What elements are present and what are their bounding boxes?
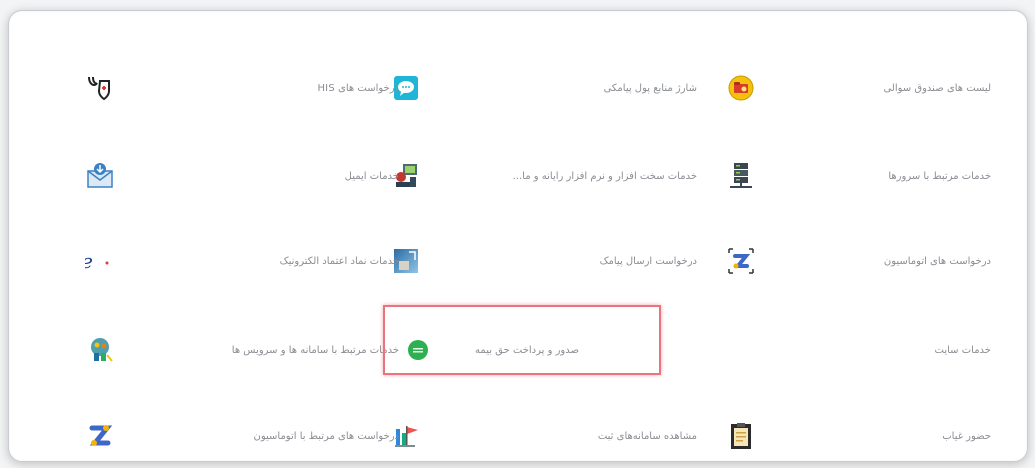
service-label: مشاهده سامانه‌های ثبت <box>597 430 697 442</box>
service-label: درخواست های HIS <box>317 82 399 94</box>
server-icon <box>724 159 758 193</box>
service-label: خدمات سخت افزار و نرم افزار رایانه و ما.… <box>512 170 697 182</box>
service-item-e-trust[interactable]: e خدمات نماد اعتماد الکترونیک <box>79 241 399 281</box>
service-item-automation[interactable]: درخواست های اتوماسیون <box>709 241 1029 281</box>
service-item-sms-charge[interactable]: شارژ منابع پول پیامکی <box>387 68 707 108</box>
service-label: شارژ منابع پول پیامکی <box>603 82 697 94</box>
service-label: خدمات سایت <box>934 344 991 356</box>
e-trust-icon: e <box>83 244 117 278</box>
service-item-attendance[interactable]: حضور غیاب <box>709 416 1029 456</box>
service-label: خدمات مرتبط با سرورها <box>888 170 991 182</box>
service-label: خدمات ایمیل <box>344 170 399 182</box>
services-grid: لیست های صندوق سوالی شارژ منابع پول پیام… <box>9 11 1027 461</box>
svg-text:e: e <box>85 249 93 273</box>
service-item-automation-related[interactable]: درخواست های مرتبط با اتوماسیون <box>79 416 399 456</box>
service-item-email[interactable]: خدمات ایمیل <box>79 156 399 196</box>
service-item-hardware-software[interactable]: خدمات سخت افزار و نرم افزار رایانه و ما.… <box>387 156 707 196</box>
service-label: لیست های صندوق سوالی <box>883 82 991 94</box>
service-item-question-box[interactable]: لیست های صندوق سوالی <box>709 68 1029 108</box>
automation-icon <box>724 244 758 278</box>
service-item-his-requests[interactable]: درخواست های HIS <box>79 68 399 108</box>
services-panel: لیست های صندوق سوالی شارژ منابع پول پیام… <box>8 10 1028 462</box>
service-item-site[interactable]: خدمات سایت <box>709 330 1029 370</box>
service-label: درخواست های اتوماسیون <box>883 255 991 267</box>
network-people-icon <box>83 333 117 367</box>
attendance-board-icon <box>724 419 758 453</box>
stethoscope-shield-icon <box>83 71 117 105</box>
service-label: خدمات مرتبط با سامانه ها و سرویس ها <box>231 344 399 356</box>
service-label: خدمات نماد اعتماد الکترونیک <box>279 255 399 267</box>
service-item-systems[interactable]: خدمات مرتبط با سامانه ها و سرویس ها <box>79 330 399 370</box>
service-item-view-systems[interactable]: مشاهده سامانه‌های ثبت <box>387 416 707 456</box>
automation-logo-icon <box>83 419 117 453</box>
service-label: درخواست های مرتبط با اتوماسیون <box>253 430 399 442</box>
highlight-box <box>383 305 661 375</box>
service-item-sms-request[interactable]: درخواست ارسال پیامک <box>387 241 707 281</box>
folder-coin-icon <box>724 71 758 105</box>
service-label: حضور غیاب <box>942 430 991 442</box>
service-item-servers[interactable]: خدمات مرتبط با سرورها <box>709 156 1029 196</box>
email-download-icon <box>83 159 117 193</box>
service-label: درخواست ارسال پیامک <box>599 255 697 267</box>
